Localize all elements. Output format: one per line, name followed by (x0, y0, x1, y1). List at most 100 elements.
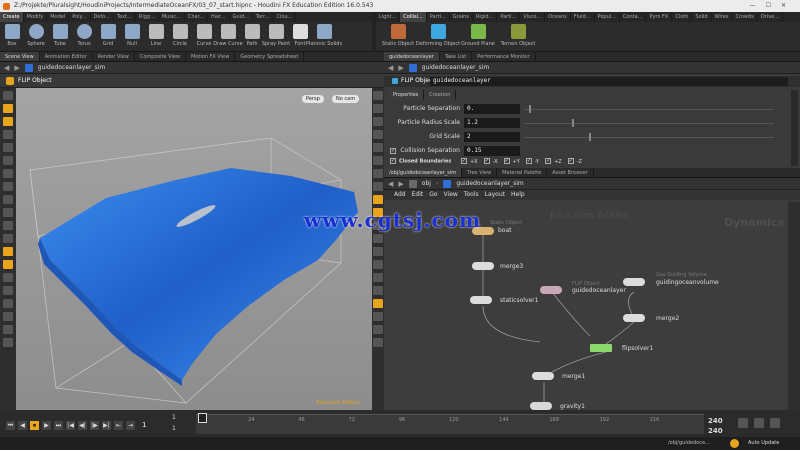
viewer-left-tool-17-icon[interactable] (3, 299, 13, 308)
end-frame-b[interactable]: 240 (708, 427, 723, 435)
step-button-1-icon[interactable]: |◀ (66, 421, 75, 430)
audio-icon[interactable] (754, 418, 764, 428)
shelf-tab-terr[interactable]: Terr... (253, 12, 274, 22)
network-menu-tools[interactable]: Tools (464, 190, 479, 200)
no-cam-button[interactable]: No cam (332, 95, 360, 103)
viewer-left-tool-8-icon[interactable] (3, 182, 13, 191)
viewer-right-tool-15-icon[interactable] (373, 273, 383, 282)
persp-camera-button[interactable]: Persp (302, 95, 324, 103)
viewer-left-tool-10-icon[interactable] (3, 208, 13, 217)
auto-update-button[interactable]: Auto Update (748, 440, 779, 446)
viewer-left-tool-13-icon[interactable] (3, 247, 13, 256)
shelf-tab-clou[interactable]: Clou... (274, 12, 297, 22)
viewer-right-tool-6-icon[interactable] (373, 156, 383, 165)
network-menu-go[interactable]: Go (429, 190, 437, 200)
tool-circle[interactable]: Circle (168, 24, 192, 47)
tool-sphere[interactable]: Sphere (24, 24, 48, 47)
playback-button-1-icon[interactable]: ⏮ (6, 421, 15, 430)
viewer-left-tool-9-icon[interactable] (3, 195, 13, 204)
pane-tab-composite-view[interactable]: Composite View (135, 52, 186, 61)
pane-tab-render-view[interactable]: Render View (93, 52, 135, 61)
shelf-tab-collisi[interactable]: Collisi... (400, 12, 427, 22)
viewer-right-tool-2-icon[interactable] (373, 104, 383, 113)
viewer-right-tool-17-icon[interactable] (373, 299, 383, 308)
tool-torus[interactable]: Torus (72, 24, 96, 47)
boundary-checkbox-x[interactable]: ✓ (483, 158, 490, 164)
viewer-left-tool-15-icon[interactable] (3, 273, 13, 282)
viewer-menu-icon[interactable] (6, 77, 14, 85)
tool-null[interactable]: Null (120, 24, 144, 47)
shelf-tab-rigid[interactable]: Rigid... (473, 12, 498, 22)
shelf-tab-modify[interactable]: Modify (24, 12, 48, 22)
pane-tab-asset-browser[interactable]: Asset Browser (547, 168, 594, 177)
forward-arrow-icon[interactable]: ▶ (398, 180, 403, 188)
network-path-root[interactable]: obj (422, 180, 431, 187)
boundary-toggle-x[interactable]: ✓ +X (460, 158, 478, 165)
guidingoceanvolume-node[interactable] (623, 278, 645, 286)
boundary-checkbox-x[interactable]: ✓ (460, 158, 467, 164)
shelf-tab-parti[interactable]: Parti... (427, 12, 450, 22)
shelf-tab-fluid[interactable]: Fluid... (571, 12, 595, 22)
param-scrollbar[interactable] (791, 90, 798, 166)
viewer-right-tool-14-icon[interactable] (373, 260, 383, 269)
step-button-2-icon[interactable]: ◀| (78, 421, 87, 430)
param-slider-handle-particle-radius-scale[interactable] (572, 119, 574, 127)
shelf-tab-visco[interactable]: Visco... (520, 12, 546, 22)
viewer-left-tool-11-icon[interactable] (3, 221, 13, 230)
pane-tab-guidedoceanlayer[interactable]: guidedoceanlayer (384, 52, 440, 61)
tool-deforming-object[interactable]: Deforming Object (416, 24, 460, 47)
viewer-left-tool-2-icon[interactable] (3, 104, 13, 113)
viewer-right-tool-20-icon[interactable] (373, 338, 383, 347)
playback-button-2-icon[interactable]: ◀ (18, 421, 27, 430)
viewer-left-tool-19-icon[interactable] (3, 325, 13, 334)
shelf-tab-char[interactable]: Char... (185, 12, 208, 22)
back-arrow-icon[interactable]: ◀ (4, 64, 9, 72)
shelf-tab-drive[interactable]: Drive... (758, 12, 783, 22)
viewer-path[interactable]: guidedoceanlayer_sim (38, 64, 105, 71)
window-controls[interactable]: —☐✕ (750, 0, 796, 12)
tool-path[interactable]: Path (240, 24, 264, 47)
viewer-left-tool-12-icon[interactable] (3, 234, 13, 243)
tool-platonic-solids[interactable]: Platonic Solids (306, 24, 342, 47)
pane-tab-animation-editor[interactable]: Animation Editor (40, 52, 93, 61)
network-canvas[interactable]: Education Edition Dynamics Static Object… (384, 202, 788, 410)
network-menu-help[interactable]: Help (511, 190, 525, 200)
viewer-right-tool-12-icon[interactable] (373, 234, 383, 243)
shelf-tab-cloth[interactable]: Cloth (672, 12, 693, 22)
shelf-tab-parti[interactable]: Parti... (497, 12, 521, 22)
viewer-right-tool-16-icon[interactable] (373, 286, 383, 295)
viewer-right-tool-13-icon[interactable] (373, 247, 383, 256)
pane-tab-performance-monitor[interactable]: Performance Monitor (472, 52, 536, 61)
end-frame-a[interactable]: 240 (708, 417, 723, 425)
viewer-right-tool-1-icon[interactable] (373, 91, 383, 100)
pane-tab-scene-view[interactable]: Scene View (0, 52, 40, 61)
tool-ground-plane[interactable]: Ground Plane (458, 24, 498, 47)
back-arrow-icon[interactable]: ◀ (388, 64, 393, 72)
timeline-cursor[interactable] (198, 413, 207, 423)
tool-tube[interactable]: Tube (48, 24, 72, 47)
shelf-tab-defo[interactable]: Defo... (91, 12, 114, 22)
pane-tab-motion-fx-view[interactable]: Motion FX View (186, 52, 236, 61)
param-slider-handle-grid-scale[interactable] (588, 133, 591, 141)
pane-tab-obj-guidedoceanlayer-sim[interactable]: /obj/guidedoceanlayer_sim (384, 168, 463, 177)
tool-box[interactable]: Box (0, 24, 24, 47)
playback-button-3-icon[interactable]: ⏹ (30, 421, 39, 430)
shelf-tab-pyro-fx[interactable]: Pyro FX (646, 12, 673, 22)
tool-spray-paint[interactable]: Spray Paint (262, 24, 290, 47)
shelf-tab-music[interactable]: Music... (159, 12, 185, 22)
param-slider-particle-radius-scale[interactable] (524, 123, 774, 124)
step-button-6-icon[interactable]: ⇥ (126, 421, 135, 430)
start-frame-a[interactable]: 1 (172, 414, 176, 421)
viewer-left-tool-1-icon[interactable] (3, 91, 13, 100)
viewer-right-tool-9-icon[interactable] (373, 195, 383, 204)
subtab-properties[interactable]: Properties (388, 90, 425, 100)
scene-viewport[interactable]: Persp No cam Education Edition (16, 88, 372, 410)
forward-arrow-icon[interactable]: ▶ (398, 64, 403, 72)
collision-separation-checkbox[interactable]: ✓ (390, 148, 396, 154)
shelf-tab-poly[interactable]: Poly... (69, 12, 91, 22)
pane-tab-tree-view[interactable]: Tree View (462, 168, 498, 177)
viewer-left-tool-7-icon[interactable] (3, 169, 13, 178)
merge3-node[interactable] (472, 262, 494, 270)
viewer-right-tool-7-icon[interactable] (373, 169, 383, 178)
viewer-left-tool-5-icon[interactable] (3, 143, 13, 152)
